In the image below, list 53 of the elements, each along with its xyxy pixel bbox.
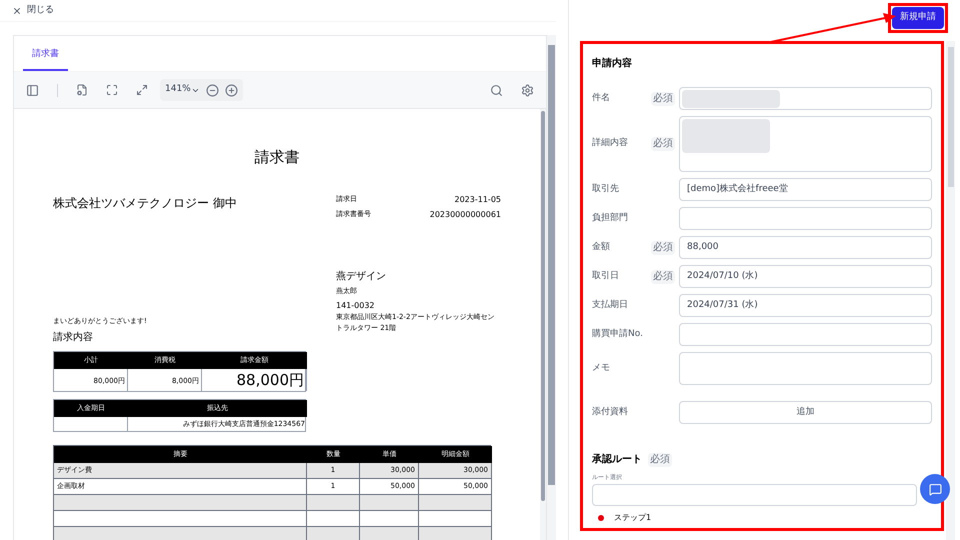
required-badge: 必須 (648, 452, 672, 466)
required-badge: 必須 (651, 92, 675, 106)
scrollbar[interactable] (547, 35, 556, 540)
postal-code: 141-0032 (336, 300, 376, 312)
sidebar-toggle-icon[interactable] (26, 84, 39, 96)
section-title: 申請内容 (592, 56, 633, 71)
add-button[interactable]: 追加 (679, 401, 932, 424)
field-label: 件名 (592, 92, 611, 105)
close-button[interactable]: 閉じる (12, 4, 54, 18)
search-icon[interactable] (490, 84, 503, 96)
new-application-button[interactable]: 新規申請 (892, 7, 944, 29)
section-title: 請求内容 (53, 330, 94, 345)
required-badge: 必須 (651, 270, 675, 284)
input-field[interactable]: 2024/07/10 (水) (679, 265, 932, 288)
section-title: 承認ルート (592, 452, 642, 467)
field-label: メモ (592, 362, 611, 375)
textarea-field[interactable] (679, 116, 932, 172)
chat-button[interactable] (920, 474, 950, 504)
zoom-out-icon[interactable] (206, 84, 219, 96)
input-field[interactable] (679, 207, 932, 230)
scrollbar[interactable] (946, 41, 955, 540)
field-label: 負担部門 (592, 212, 629, 225)
invoice-title: 請求書 (254, 147, 300, 168)
required-badge: 必須 (651, 240, 675, 254)
meta-value: 20230000000061 (430, 208, 501, 220)
input-field[interactable] (679, 87, 932, 110)
field-label: 取引先 (592, 182, 620, 196)
close-icon (12, 6, 22, 16)
field-label: 詳細内容 (592, 137, 629, 150)
input-field[interactable]: 88,000 (679, 236, 932, 259)
chat-icon (928, 482, 942, 496)
scrollbar[interactable] (540, 109, 546, 540)
zoom-in-icon[interactable] (224, 84, 238, 96)
field-label: 添付資料 (592, 406, 629, 419)
table-cell: 88,000円 (202, 368, 307, 391)
input-field[interactable]: [demo]株式会社freee堂 (679, 178, 932, 201)
route-select-field[interactable] (592, 484, 917, 506)
meta-value: 2023-11-05 (454, 194, 501, 206)
field-label: 支払期日 (592, 298, 629, 312)
expand-icon[interactable] (136, 84, 148, 96)
required-badge: 必須 (651, 137, 675, 151)
input-field[interactable] (679, 323, 932, 346)
step-label: ステップ1 (614, 512, 652, 524)
recipient-name: 株式会社ツバメテクノロジー 御中 (53, 194, 238, 212)
field-label: 購買申請No. (592, 328, 644, 341)
textarea-field[interactable] (679, 352, 932, 385)
field-label: 金額 (592, 240, 611, 254)
issuer-name: 燕デザイン (336, 270, 387, 284)
input-field[interactable]: 2024/07/31 (水) (679, 294, 932, 317)
settings-icon[interactable] (521, 84, 534, 96)
field-label: 取引日 (592, 270, 620, 283)
fit-page-icon[interactable] (106, 84, 118, 96)
document-settings-icon[interactable] (76, 84, 88, 96)
